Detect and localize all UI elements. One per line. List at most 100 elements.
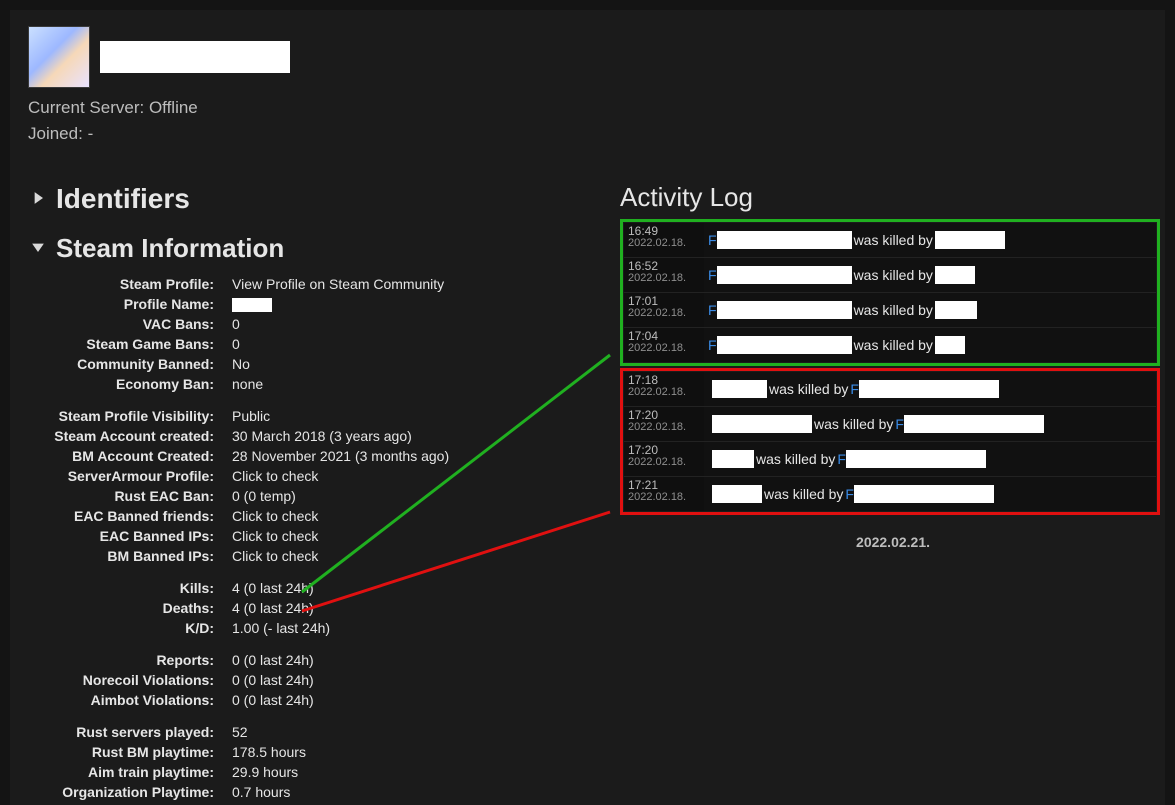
sa-profile-label: ServerArmour Profile: [28, 466, 232, 486]
log-killer-redacted [854, 485, 994, 503]
game-bans-label: Steam Game Bans: [28, 334, 232, 354]
activity-deaths-block: 17:182022.02.18. was killed by F 17:2020… [620, 368, 1160, 515]
steam-info-title: Steam Information [56, 233, 284, 264]
eac-friends-label: EAC Banned friends: [28, 506, 232, 526]
aim-play-value: 29.9 hours [232, 762, 298, 782]
log-timestamp: 17:042022.02.18. [624, 328, 704, 362]
visibility-value: Public [232, 406, 270, 426]
profile-name-redacted [232, 298, 272, 312]
bm-created-label: BM Account Created: [28, 446, 232, 466]
identifiers-toggle[interactable]: Identifiers [28, 183, 588, 215]
log-was-killed-by: was killed by [852, 232, 935, 248]
table-row[interactable]: 16:522022.02.18. F was killed by [624, 257, 1156, 292]
log-victim-redacted [935, 231, 1005, 249]
log-timestamp: 17:212022.02.18. [624, 477, 704, 511]
log-was-killed-by: was killed by [852, 267, 935, 283]
eac-ips-link[interactable]: Click to check [232, 526, 318, 546]
log-victim-redacted [712, 415, 812, 433]
player-name-redacted [100, 41, 290, 73]
economy-ban-value: none [232, 374, 263, 394]
log-was-killed-by: was killed by [762, 486, 845, 502]
log-name-prefix: F [845, 486, 854, 502]
table-row[interactable]: 17:202022.02.18. was killed by F [624, 441, 1156, 476]
sa-profile-link[interactable]: Click to check [232, 466, 318, 486]
log-was-killed-by: was killed by [852, 302, 935, 318]
eac-ips-label: EAC Banned IPs: [28, 526, 232, 546]
economy-ban-label: Economy Ban: [28, 374, 232, 394]
log-timestamp: 16:522022.02.18. [624, 258, 704, 292]
aimbot-value: 0 (0 last 24h) [232, 690, 314, 710]
rust-eac-label: Rust EAC Ban: [28, 486, 232, 506]
chevron-right-icon [28, 183, 48, 215]
table-row[interactable]: 17:182022.02.18. was killed by F [624, 372, 1156, 406]
log-killer-redacted [717, 231, 852, 249]
aim-play-label: Aim train playtime: [28, 762, 232, 782]
next-date-divider: 2022.02.21. [856, 534, 930, 550]
log-timestamp: 17:012022.02.18. [624, 293, 704, 327]
community-banned-value: No [232, 354, 250, 374]
kd-value: 1.00 (- last 24h) [232, 618, 330, 638]
vac-bans-label: VAC Bans: [28, 314, 232, 334]
log-name-prefix: F [837, 451, 846, 467]
table-row[interactable]: 17:042022.02.18. F was killed by [624, 327, 1156, 362]
norecoil-label: Norecoil Violations: [28, 670, 232, 690]
log-was-killed-by: was killed by [767, 381, 850, 397]
log-name-prefix: F [708, 337, 717, 353]
deaths-value: 4 (0 last 24h) [232, 598, 314, 618]
log-killer-redacted [846, 450, 986, 468]
table-row[interactable]: 17:212022.02.18. was killed by F [624, 476, 1156, 511]
log-name-prefix: F [708, 232, 717, 248]
table-row[interactable]: 16:492022.02.18. F was killed by [624, 223, 1156, 257]
log-name-prefix: F [895, 416, 904, 432]
table-row[interactable]: 17:202022.02.18. was killed by F [624, 406, 1156, 441]
current-server-value: Offline [149, 98, 198, 117]
eac-friends-link[interactable]: Click to check [232, 506, 318, 526]
activity-log-title: Activity Log [620, 182, 1160, 213]
log-victim-redacted [712, 485, 762, 503]
chevron-down-icon [28, 233, 48, 264]
steam-info-toggle[interactable]: Steam Information [28, 233, 588, 264]
log-timestamp: 17:202022.02.18. [624, 442, 704, 476]
log-victim-redacted [935, 336, 965, 354]
rust-eac-value: 0 (0 temp) [232, 486, 296, 506]
norecoil-value: 0 (0 last 24h) [232, 670, 314, 690]
log-killer-redacted [717, 336, 852, 354]
log-victim-redacted [712, 380, 767, 398]
steam-created-label: Steam Account created: [28, 426, 232, 446]
kills-label: Kills: [28, 578, 232, 598]
log-was-killed-by: was killed by [852, 337, 935, 353]
org-play-value: 0.7 hours [232, 782, 290, 802]
reports-label: Reports: [28, 650, 232, 670]
table-row[interactable]: 17:012022.02.18. F was killed by [624, 292, 1156, 327]
kills-value: 4 (0 last 24h) [232, 578, 314, 598]
log-victim-redacted [935, 301, 977, 319]
joined-label: Joined: [28, 124, 83, 143]
log-name-prefix: F [708, 302, 717, 318]
log-timestamp: 17:182022.02.18. [624, 372, 704, 406]
log-timestamp: 16:492022.02.18. [624, 223, 704, 257]
vac-bans-value: 0 [232, 314, 240, 334]
servers-played-value: 52 [232, 722, 248, 742]
bm-created-value: 28 November 2021 (3 months ago) [232, 446, 449, 466]
log-victim-redacted [712, 450, 754, 468]
kd-label: K/D: [28, 618, 232, 638]
identifiers-title: Identifiers [56, 183, 190, 215]
bm-ips-link[interactable]: Click to check [232, 546, 318, 566]
log-was-killed-by: was killed by [812, 416, 895, 432]
bm-play-value: 178.5 hours [232, 742, 306, 762]
log-was-killed-by: was killed by [754, 451, 837, 467]
profile-name-label: Profile Name: [28, 294, 232, 314]
aimbot-label: Aimbot Violations: [28, 690, 232, 710]
log-name-prefix: F [850, 381, 859, 397]
log-killer-redacted [717, 301, 852, 319]
community-banned-label: Community Banned: [28, 354, 232, 374]
log-victim-redacted [935, 266, 975, 284]
log-name-prefix: F [708, 267, 717, 283]
deaths-label: Deaths: [28, 598, 232, 618]
log-killer-redacted [859, 380, 999, 398]
steam-created-value: 30 March 2018 (3 years ago) [232, 426, 412, 446]
log-killer-redacted [717, 266, 852, 284]
servers-played-label: Rust servers played: [28, 722, 232, 742]
steam-profile-link[interactable]: View Profile on Steam Community [232, 274, 444, 294]
activity-kills-block: 16:492022.02.18. F was killed by 16:5220… [620, 219, 1160, 366]
